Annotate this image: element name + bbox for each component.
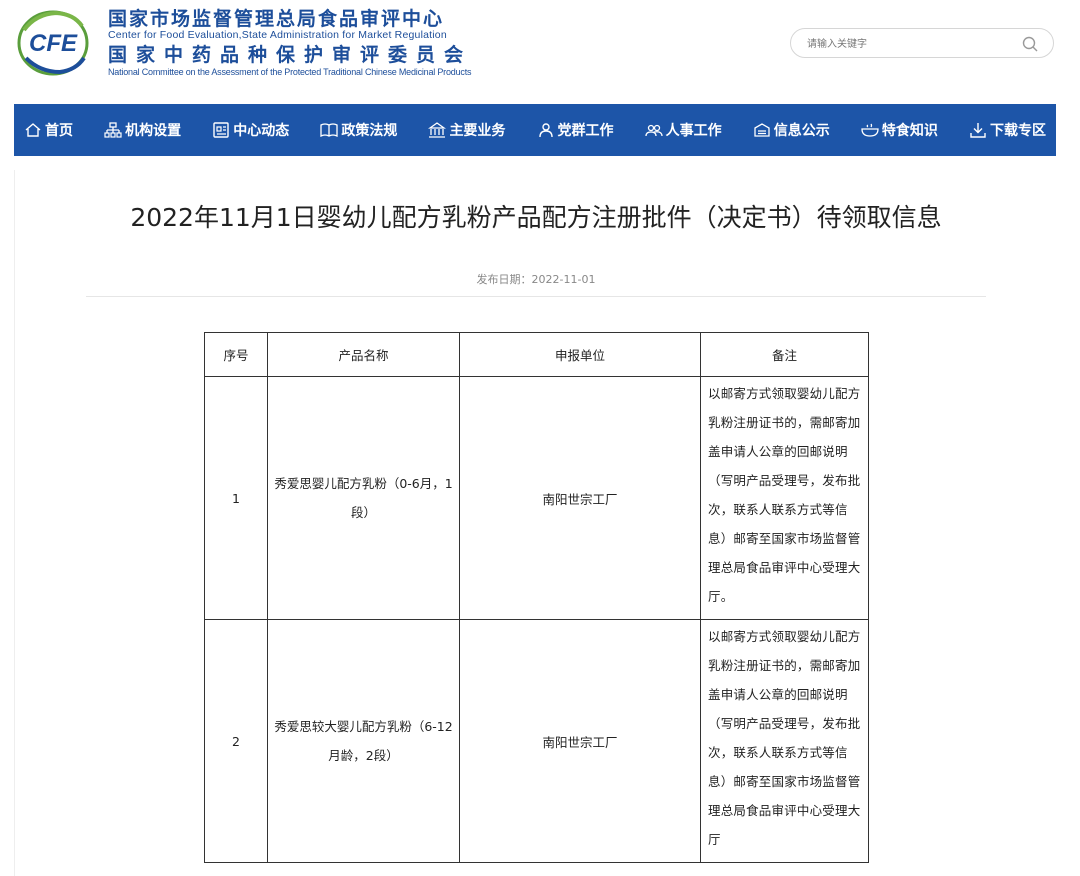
nav-label: 党群工作 xyxy=(557,123,614,139)
book-icon xyxy=(320,123,338,138)
notice-table: 序号 产品名称 申报单位 备注 1 秀爱思婴儿配方乳粉（0-6月，1段） 南阳世… xyxy=(204,332,869,863)
nav-item-special-food[interactable]: 特食知识 xyxy=(861,120,938,140)
building-icon xyxy=(428,122,447,138)
cfe-logo[interactable]: CFE xyxy=(16,8,90,78)
table-row: 2 秀爱思较大婴儿配方乳粉（6-12月龄，2段） 南阳世宗工厂 以邮寄方式领取婴… xyxy=(204,619,869,863)
search-icon[interactable] xyxy=(1021,35,1039,53)
nav-label: 机构设置 xyxy=(125,123,182,139)
person-icon xyxy=(538,123,553,138)
search-input[interactable] xyxy=(805,34,1009,54)
cell-note: 以邮寄方式领取婴幼儿配方乳粉注册证书的，需邮寄加盖申请人公章的回邮说明（写明产品… xyxy=(700,619,869,863)
cell-product: 秀爱思较大婴儿配方乳粉（6-12月龄，2段） xyxy=(267,619,460,863)
cell-no: 2 xyxy=(204,619,268,863)
nav-label: 中心动态 xyxy=(233,123,290,139)
table-row: 1 秀爱思婴儿配方乳粉（0-6月，1段） 南阳世宗工厂 以邮寄方式领取婴幼儿配方… xyxy=(204,376,869,620)
cell-applicant: 南阳世宗工厂 xyxy=(459,376,701,620)
bowl-icon xyxy=(861,123,879,137)
nav-label: 人事工作 xyxy=(665,123,722,139)
nav-label: 下载专区 xyxy=(989,123,1046,139)
nav-label: 政策法规 xyxy=(341,123,398,139)
nav-label: 主要业务 xyxy=(449,123,506,139)
nav-label: 信息公示 xyxy=(773,123,830,139)
org-name-en-primary: Center for Food Evaluation,State Adminis… xyxy=(108,29,447,41)
nav-item-news[interactable]: 中心动态 xyxy=(212,120,289,140)
col-header-product: 产品名称 xyxy=(267,332,460,377)
news-icon xyxy=(213,122,229,138)
table-header-row: 序号 产品名称 申报单位 备注 xyxy=(204,332,869,377)
home-icon xyxy=(25,123,41,137)
nav-item-home[interactable]: 首页 xyxy=(24,120,73,140)
col-header-note: 备注 xyxy=(700,332,869,377)
cell-no: 1 xyxy=(204,376,268,620)
nav-label: 首页 xyxy=(45,123,73,139)
nav-item-personnel[interactable]: 人事工作 xyxy=(645,120,722,140)
cell-note: 以邮寄方式领取婴幼儿配方乳粉注册证书的，需邮寄加盖申请人公章的回邮说明（写明产品… xyxy=(700,376,869,620)
org-name-cn-primary: 国家市场监督管理总局食品审评中心 xyxy=(108,8,445,30)
nav-item-organization[interactable]: 机构设置 xyxy=(104,120,181,140)
logo-text: CFE xyxy=(29,30,78,57)
org-name-en-secondary: National Committee on the Assessment of … xyxy=(108,67,472,77)
nav-item-policy[interactable]: 政策法规 xyxy=(320,120,397,140)
title-divider xyxy=(86,296,986,297)
col-header-applicant: 申报单位 xyxy=(459,332,701,377)
nav-item-party-work[interactable]: 党群工作 xyxy=(537,120,614,140)
org-chart-icon xyxy=(104,122,122,138)
cell-product: 秀爱思婴儿配方乳粉（0-6月，1段） xyxy=(267,376,460,620)
notice-icon xyxy=(754,123,770,137)
nav-label: 特食知识 xyxy=(881,123,938,139)
publish-date: 发布日期：2022-11-01 xyxy=(476,273,596,286)
nav-item-download[interactable]: 下载专区 xyxy=(969,120,1046,140)
download-icon xyxy=(970,123,986,138)
people-icon xyxy=(645,124,663,137)
site-header: CFE 国家市场监督管理总局食品审评中心 Center for Food Eva… xyxy=(0,0,1080,104)
col-header-no: 序号 xyxy=(204,332,268,377)
search-box xyxy=(790,28,1054,58)
main-nav: 首页 机构设置 中心动态 政策法规 主要业务 党群工作 人事工作 信息公示 特食… xyxy=(14,104,1056,156)
cell-applicant: 南阳世宗工厂 xyxy=(459,619,701,863)
article-title: 2022年11月1日婴幼儿配方乳粉产品配方注册批件（决定书）待领取信息 xyxy=(130,203,942,232)
nav-item-disclosure[interactable]: 信息公示 xyxy=(753,120,830,140)
org-name-block: 国家市场监督管理总局食品审评中心 Center for Food Evaluat… xyxy=(108,8,472,77)
nav-item-business[interactable]: 主要业务 xyxy=(428,120,505,140)
org-name-cn-secondary: 国家中药品种保护审评委员会 xyxy=(108,44,473,66)
